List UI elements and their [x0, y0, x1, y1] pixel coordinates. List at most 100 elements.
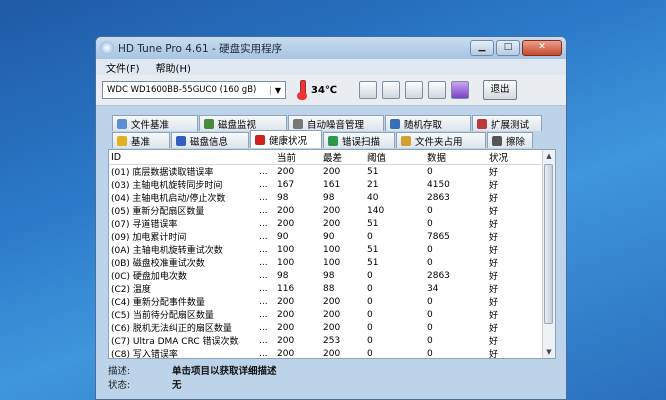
download-icon[interactable]: [451, 81, 470, 99]
table-row[interactable]: (C4) 重新分配事件数量... 200 200 0 0 好: [109, 295, 541, 309]
cell-dots: ...: [259, 296, 268, 307]
tab-disk-monitor[interactable]: 磁盘监视: [199, 115, 287, 131]
cell-status: 好: [489, 220, 499, 230]
tab-benchmark[interactable]: 基准: [112, 132, 170, 148]
tab-extra-tests[interactable]: 扩展测试: [472, 115, 542, 131]
cell-worst: 90: [323, 231, 335, 242]
cell-current: 200: [277, 322, 295, 333]
minimize-button[interactable]: ▁: [470, 40, 494, 56]
tab-label: 随机存取: [404, 119, 443, 131]
cell-current: 200: [277, 348, 295, 359]
cell-dots: ...: [259, 283, 268, 294]
extra-tests-icon: [477, 118, 487, 129]
cell-status: 好: [489, 233, 499, 243]
cell-worst: 200: [323, 205, 341, 216]
scroll-thumb[interactable]: [544, 164, 553, 324]
cell-dots: ...: [259, 179, 268, 190]
cell-threshold: 0: [367, 296, 373, 307]
speaker-icon: [293, 118, 303, 129]
table-row[interactable]: (0A) 主轴电机旋转重试次数... 100 100 51 0 好: [109, 243, 541, 257]
cell-status: 好: [489, 350, 499, 359]
cell-threshold: 51: [367, 166, 379, 177]
tab-label: 基准: [131, 136, 151, 148]
options-icon[interactable]: [428, 81, 447, 99]
cell-worst: 98: [323, 192, 335, 203]
cell-threshold: 0: [367, 309, 373, 320]
cell-attribute: (07) 寻道错误率: [111, 220, 178, 230]
cell-status: 好: [489, 324, 499, 334]
maximize-button[interactable]: □: [496, 40, 520, 56]
disk-monitor-icon: [204, 118, 214, 129]
close-button[interactable]: ✕: [522, 40, 562, 56]
copy-text-icon[interactable]: [382, 81, 401, 99]
cell-status: 好: [489, 311, 499, 321]
drive-select-value: WDC WD1600BB-55GUC0 (160 gB): [107, 85, 257, 95]
info-area: 描述: 单击项目以获取详细描述 状态: 无: [108, 363, 556, 397]
table-row[interactable]: (07) 寻道错误率... 200 200 51 0 好: [109, 217, 541, 231]
title-bar[interactable]: HD Tune Pro 4.61 - 硬盘实用程序 ▁ □ ✕: [96, 37, 566, 59]
tab-label: 磁盘信息: [190, 136, 229, 148]
cell-current: 200: [277, 309, 295, 320]
cell-dots: ...: [259, 335, 268, 346]
copy-info-icon[interactable]: [359, 81, 378, 99]
tab-random-access[interactable]: 随机存取: [385, 115, 471, 131]
table-row[interactable]: (0C) 硬盘加电次数... 98 98 0 2863 好: [109, 269, 541, 283]
cell-threshold: 51: [367, 257, 379, 268]
table-header-row: ID 当前 最差 阈值 数据 状况: [109, 150, 541, 165]
tab-aam[interactable]: 自动噪音管理: [288, 115, 384, 131]
column-header-data[interactable]: 数据: [425, 150, 487, 165]
cell-current: 98: [277, 270, 289, 281]
column-header-worst[interactable]: 最差: [321, 150, 365, 165]
smart-table-panel: ID 当前 最差 阈值 数据 状况 (01) 底层数据读取错误率... 200 20…: [108, 149, 556, 359]
table-row[interactable]: (C5) 当前待分配扇区数量... 200 200 0 0 好: [109, 308, 541, 322]
cell-current: 200: [277, 296, 295, 307]
cell-worst: 200: [323, 309, 341, 320]
cell-attribute: (04) 主轴电机启动/停止次数: [111, 194, 226, 204]
vertical-scrollbar[interactable]: ▲ ▼: [542, 150, 555, 358]
table-row[interactable]: (C2) 温度... 116 88 0 34 好: [109, 282, 541, 296]
cell-dots: ...: [259, 231, 268, 242]
tab-label: 擦除: [506, 136, 526, 148]
cell-attribute: (03) 主轴电机旋转同步时间: [111, 181, 223, 191]
table-row[interactable]: (09) 加电累计时间... 90 90 0 7865 好: [109, 230, 541, 244]
cell-data: 7865: [427, 231, 450, 242]
table-row[interactable]: (C6) 脱机无法纠正的扇区数量... 200 200 0 0 好: [109, 321, 541, 335]
cell-data: 2863: [427, 192, 450, 203]
menu-help[interactable]: 帮助(H): [156, 60, 191, 75]
drive-select[interactable]: WDC WD1600BB-55GUC0 (160 gB) ▼: [102, 81, 286, 99]
column-header-id[interactable]: ID: [109, 150, 275, 165]
table-row[interactable]: (04) 主轴电机启动/停止次数... 98 98 40 2863 好: [109, 191, 541, 205]
cell-data: 0: [427, 205, 433, 216]
cell-data: 4150: [427, 179, 450, 190]
scroll-down-icon[interactable]: ▼: [543, 346, 555, 358]
exit-button[interactable]: 退出: [483, 80, 518, 100]
table-row[interactable]: (05) 重新分配扇区数量... 200 200 140 0 好: [109, 204, 541, 218]
column-header-status[interactable]: 状况: [487, 150, 541, 165]
column-header-current[interactable]: 当前: [275, 150, 321, 165]
tab-disk-info[interactable]: 磁盘信息: [171, 132, 249, 148]
cell-worst: 98: [323, 270, 335, 281]
cell-worst: 253: [323, 335, 341, 346]
cell-data: 0: [427, 257, 433, 268]
cell-dots: ...: [259, 348, 268, 359]
table-row[interactable]: (03) 主轴电机旋转同步时间... 167 161 21 4150 好: [109, 178, 541, 192]
scroll-up-icon[interactable]: ▲: [543, 150, 555, 162]
table-row[interactable]: (0B) 磁盘校准重试次数... 100 100 51 0 好: [109, 256, 541, 270]
cell-dots: ...: [259, 244, 268, 255]
table-row[interactable]: (01) 底层数据读取错误率... 200 200 51 0 好: [109, 165, 541, 179]
tab-folder-usage[interactable]: 文件夹占用: [396, 132, 486, 148]
menu-file[interactable]: 文件(F): [106, 60, 140, 75]
table-row[interactable]: (C7) Ultra DMA CRC 错误次数... 200 253 0 0 好: [109, 334, 541, 348]
cell-current: 200: [277, 335, 295, 346]
file-benchmark-icon: [117, 118, 127, 129]
cell-data: 0: [427, 322, 433, 333]
column-header-threshold[interactable]: 阈值: [365, 150, 425, 165]
cell-current: 116: [277, 283, 295, 294]
tab-erase[interactable]: 擦除: [487, 132, 533, 148]
tab-file-benchmark[interactable]: 文件基准: [112, 115, 198, 131]
tab-health[interactable]: 健康状况: [250, 130, 322, 148]
tab-error-scan[interactable]: 错误扫描: [323, 132, 395, 148]
save-icon[interactable]: [405, 81, 424, 99]
table-row[interactable]: (C8) 写入错误率... 200 200 0 0 好: [109, 347, 541, 359]
cell-dots: ...: [259, 205, 268, 216]
